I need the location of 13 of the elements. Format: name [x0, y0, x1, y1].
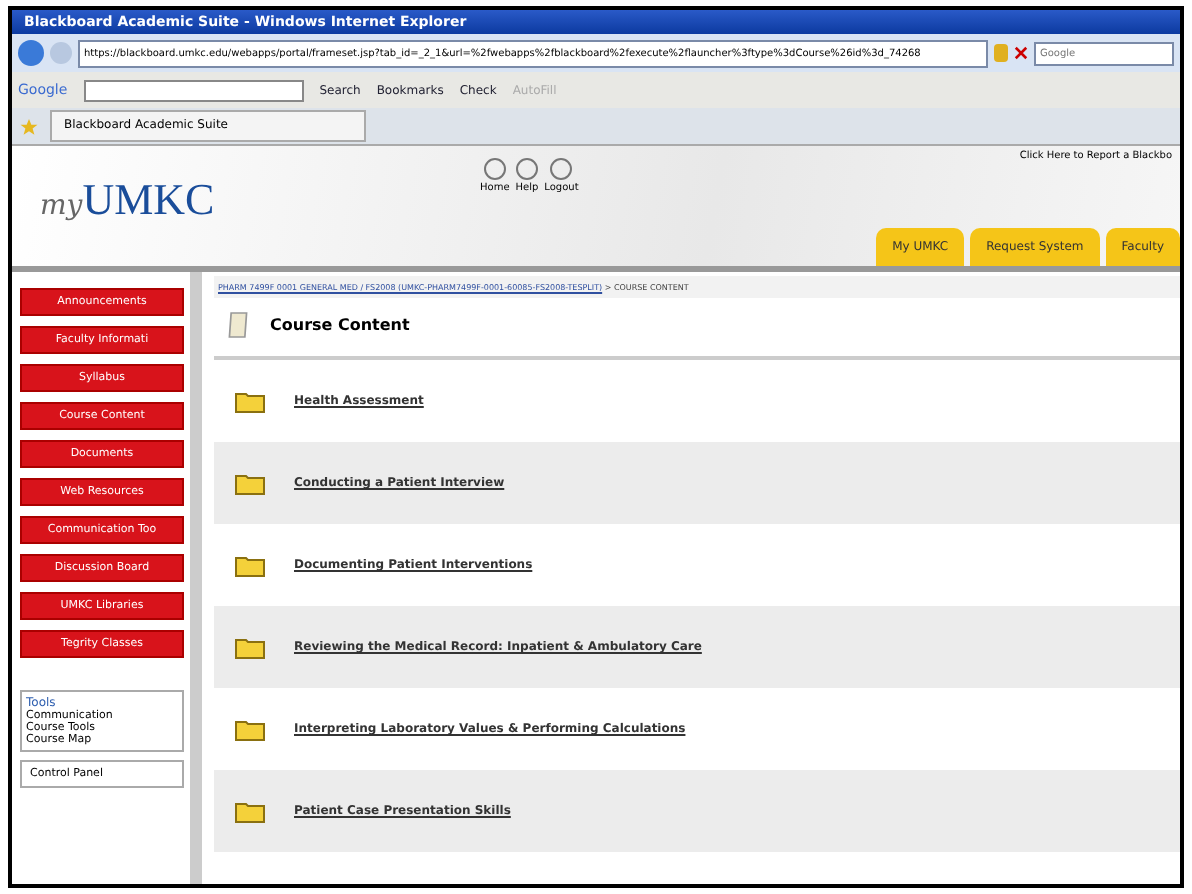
star-icon[interactable] [20, 117, 38, 135]
page-title: Course Content [270, 316, 410, 334]
toolbar-search-field[interactable] [83, 79, 304, 101]
folder-icon [234, 635, 266, 659]
page-icon [226, 310, 250, 340]
folder-icon [234, 389, 266, 413]
folder-icon [234, 717, 266, 741]
stop-icon[interactable] [1014, 46, 1028, 60]
logo: UMKC [82, 174, 215, 224]
logo-prefix: my [40, 190, 83, 222]
folder-icon [234, 471, 266, 495]
folder-icon [234, 799, 266, 823]
folder-icon [234, 553, 266, 577]
